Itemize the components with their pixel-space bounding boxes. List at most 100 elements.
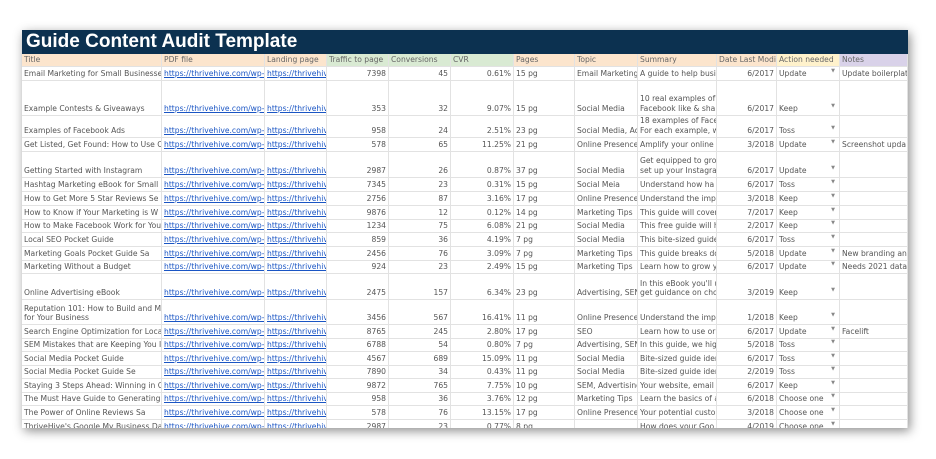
cell-cvr[interactable]: 3.76% [451,392,514,405]
cell-pages[interactable]: 23 pg [514,115,575,137]
cell-landing-page[interactable]: https://thrivehiv [265,420,327,428]
cell-pdf-file[interactable]: https://thrivehive.com/wp- [162,67,265,80]
cell-landing-page[interactable]: https://thrivehiv [265,219,327,232]
cell-summary[interactable]: This guide breaks do [638,246,717,260]
cell-pages[interactable]: 10 pg [514,379,575,392]
cell-traffic[interactable]: 2987 [327,420,389,428]
cell-date-modified[interactable]: 3/2018 [717,191,777,205]
cell-date-modified[interactable]: 2/2017 [717,219,777,232]
cell-summary[interactable]: In this guide, we hig [638,338,717,351]
cell-date-modified[interactable]: 6/2017 [717,352,777,365]
cell-action-needed[interactable]: Update ▼ [777,246,840,260]
cell-topic[interactable]: Marketing Tips [575,260,638,273]
cell-traffic[interactable]: 2756 [327,191,389,205]
cell-title[interactable]: Social Media Pocket Guide [22,352,162,365]
cell-action-needed[interactable]: Toss ▼ [777,233,840,246]
cell-notes[interactable]: New branding an [840,246,908,260]
cell-conversions[interactable]: 54 [389,338,451,351]
cell-date-modified[interactable]: 3/2019 [717,274,777,299]
column-header-date-modified[interactable]: Date Last Modif [717,54,777,66]
cell-traffic[interactable]: 9872 [327,379,389,392]
cell-date-modified[interactable]: 6/2017 [717,115,777,137]
cell-cvr[interactable]: 13.15% [451,406,514,419]
cell-pages[interactable]: 17 pg [514,325,575,338]
cell-conversions[interactable]: 567 [389,300,451,324]
cell-title[interactable]: Reputation 101: How to Build and M for Y… [22,300,162,324]
cell-traffic[interactable]: 958 [327,392,389,405]
column-header-cvr[interactable]: CVR [451,54,514,66]
cell-landing-page[interactable]: https://thrivehiv [265,177,327,191]
cell-traffic[interactable]: 2475 [327,274,389,299]
cell-notes[interactable] [840,115,908,137]
cell-pages[interactable]: 14 pg [514,205,575,219]
cell-landing-page[interactable]: https://thrivehiv [265,233,327,246]
cell-pages[interactable]: 7 pg [514,338,575,351]
cell-title[interactable]: How to Make Facebook Work for You [22,219,162,232]
cell-action-needed[interactable]: Keep ▼ [777,191,840,205]
cell-pages[interactable]: 11 pg [514,352,575,365]
cell-landing-page[interactable]: https://thrivehiv [265,392,327,405]
cell-cvr[interactable]: 0.31% [451,177,514,191]
cell-cvr[interactable]: 4.19% [451,233,514,246]
cell-date-modified[interactable]: 2/2019 [717,365,777,378]
cell-summary[interactable]: How does your Goo [638,420,717,428]
cell-action-needed[interactable]: Toss ▼ [777,338,840,351]
cell-landing-page[interactable]: https://thrivehiv [265,115,327,137]
column-header-traffic[interactable]: Traffic to page [327,54,389,66]
cell-topic[interactable]: Social Media [575,233,638,246]
cell-summary[interactable]: Understand the imp [638,191,717,205]
cell-traffic[interactable]: 8765 [327,325,389,338]
cell-summary[interactable]: Bite-sized guide ider [638,365,717,378]
cell-summary[interactable]: Amplify your online [638,137,717,151]
cell-date-modified[interactable]: 5/2018 [717,246,777,260]
cell-traffic[interactable]: 6788 [327,338,389,351]
column-header-conversions[interactable]: Conversions [389,54,451,66]
cell-landing-page[interactable]: https://thrivehiv [265,246,327,260]
cell-traffic[interactable]: 958 [327,115,389,137]
column-header-pdf-file[interactable]: PDF file [162,54,265,66]
dropdown-arrow-icon[interactable]: ▼ [831,406,835,416]
cell-topic[interactable]: Social Media [575,219,638,232]
cell-topic[interactable]: SEO [575,325,638,338]
cell-action-needed[interactable]: Keep ▼ [777,379,840,392]
cell-pages[interactable]: 7 pg [514,233,575,246]
cell-notes[interactable] [840,392,908,405]
cell-notes[interactable] [840,219,908,232]
column-header-topic[interactable]: Topic [575,54,638,66]
cell-date-modified[interactable]: 6/2017 [717,67,777,80]
cell-topic[interactable]: Advertising, SEN [575,274,638,299]
dropdown-arrow-icon[interactable]: ▼ [831,220,835,230]
cell-summary[interactable]: This bite-sized guide [638,233,717,246]
cell-conversions[interactable]: 75 [389,219,451,232]
cell-traffic[interactable]: 7398 [327,67,389,80]
cell-traffic[interactable]: 353 [327,80,389,115]
cell-summary[interactable]: Understand the imp [638,300,717,324]
cell-cvr[interactable]: 11.25% [451,137,514,151]
cell-landing-page[interactable]: https://thrivehiv [265,338,327,351]
cell-conversions[interactable]: 76 [389,246,451,260]
cell-action-needed[interactable]: Keep ▼ [777,300,840,324]
cell-notes[interactable] [840,406,908,419]
cell-pages[interactable]: 21 pg [514,219,575,232]
cell-topic[interactable]: Online Presence [575,406,638,419]
cell-summary[interactable]: A guide to help busi [638,67,717,80]
cell-pdf-file[interactable]: https://thrivehive.com/wp- [162,151,265,177]
cell-landing-page[interactable]: https://thrivehiv [265,365,327,378]
cell-title[interactable]: How to Get More 5 Star Reviews Se [22,191,162,205]
dropdown-arrow-icon[interactable]: ▼ [831,102,835,112]
cell-traffic[interactable]: 1234 [327,219,389,232]
cell-conversions[interactable]: 87 [389,191,451,205]
dropdown-arrow-icon[interactable]: ▼ [831,393,835,403]
cell-pdf-file[interactable]: https://thrivehive.com/wp- [162,205,265,219]
cell-pages[interactable]: 7 pg [514,246,575,260]
cell-conversions[interactable]: 23 [389,420,451,428]
cell-pages[interactable]: 17 pg [514,191,575,205]
cell-traffic[interactable]: 578 [327,137,389,151]
cell-topic[interactable]: Social Media [575,151,638,177]
cell-pdf-file[interactable]: https://thrivehive.com/wp- [162,325,265,338]
cell-topic[interactable]: Marketing Tips [575,246,638,260]
cell-landing-page[interactable]: https://thrivehiv [265,67,327,80]
cell-title[interactable]: Online Advertising eBook [22,274,162,299]
cell-conversions[interactable]: 23 [389,177,451,191]
cell-landing-page[interactable]: https://thrivehiv [265,191,327,205]
